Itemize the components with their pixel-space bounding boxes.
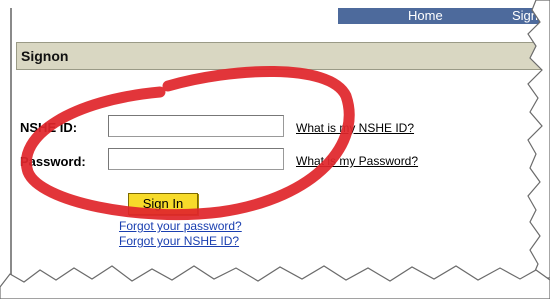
nav-sign-link[interactable]: Sign	[512, 8, 538, 24]
top-navigation: Home Sign	[338, 8, 550, 24]
nshe-id-input[interactable]	[108, 115, 284, 137]
forgot-nshe-id-link[interactable]: Forgot your NSHE ID?	[119, 234, 239, 248]
nav-home-link[interactable]: Home	[408, 8, 443, 24]
nshe-id-help-link[interactable]: What is my NSHE ID?	[296, 121, 414, 135]
password-help-link[interactable]: What is my Password?	[296, 154, 418, 168]
password-label: Password:	[20, 154, 86, 169]
password-input[interactable]	[108, 148, 284, 170]
nshe-id-label: NSHE ID:	[20, 120, 78, 135]
forgot-password-link[interactable]: Forgot your password?	[119, 219, 242, 233]
page-title: Signon	[21, 48, 69, 64]
signon-title-bar: Signon	[16, 42, 542, 70]
signon-page: Home Sign Signon NSHE ID: What is my NSH…	[10, 8, 550, 284]
sign-in-button[interactable]: Sign In	[128, 193, 198, 215]
